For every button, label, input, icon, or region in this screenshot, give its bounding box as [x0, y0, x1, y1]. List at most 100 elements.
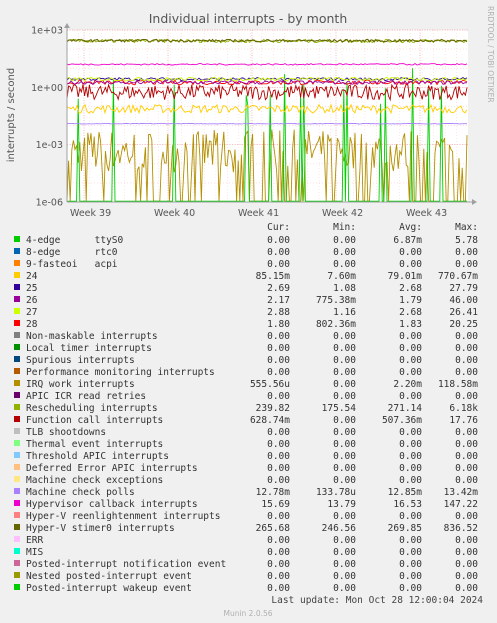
x-tick-label: Week 40	[154, 208, 195, 219]
legend-value: 0.00	[399, 583, 422, 594]
legend-label: Local timer interrupts	[26, 343, 152, 354]
legend-swatch	[14, 380, 20, 386]
legend-value: 0.00	[333, 439, 356, 450]
legend-value: 85.15m	[256, 271, 291, 282]
legend-value: 20.25	[449, 319, 478, 330]
legend-value: 0.00	[333, 535, 356, 546]
interrupts-chart: Individual interrupts - by month RRDTOOL…	[6, 6, 495, 618]
legend-value: 0.00	[399, 511, 422, 522]
chart-title: Individual interrupts - by month	[149, 11, 348, 26]
legend-value: 0.00	[455, 547, 478, 558]
legend-value: 0.00	[333, 247, 356, 258]
legend-value: 0.00	[399, 451, 422, 462]
legend-value: 0.00	[267, 475, 290, 486]
legend-label: ERR	[26, 535, 43, 546]
legend-label: Machine check polls	[26, 487, 135, 498]
legend-value: 265.68	[256, 523, 291, 534]
legend-swatch	[14, 296, 20, 302]
legend-value: 0.00	[333, 583, 356, 594]
legend-label: APIC ICR read retries	[26, 391, 146, 402]
y-axis-label: interrupts / second	[6, 68, 17, 162]
legend-value: 7.60m	[327, 271, 356, 282]
legend-value: 0.00	[333, 571, 356, 582]
legend-value: 0.00	[267, 343, 290, 354]
legend-swatch	[14, 560, 20, 566]
legend-value: 0.00	[267, 391, 290, 402]
legend-value: 0.00	[399, 259, 422, 270]
legend-label: Deferred Error APIC interrupts	[26, 463, 198, 474]
legend-value: 0.00	[455, 571, 478, 582]
legend-value: 0.00	[267, 259, 290, 270]
legend-value: 0.00	[399, 343, 422, 354]
legend-label: Hypervisor callback interrupts	[26, 499, 198, 510]
legend-label: Function call interrupts	[26, 415, 163, 426]
legend-value: 0.00	[333, 235, 356, 246]
legend-value: 2.68	[399, 307, 422, 318]
legend-value: 0.00	[455, 535, 478, 546]
legend-value: 0.00	[333, 355, 356, 366]
legend-value: 13.42m	[444, 487, 479, 498]
legend-value: 17.76	[449, 415, 478, 426]
legend-swatch	[14, 464, 20, 470]
legend-value: 2.88	[267, 307, 290, 318]
legend-value: 1.80	[267, 319, 290, 330]
legend-value: 0.00	[455, 367, 478, 378]
legend-value: 2.17	[267, 295, 290, 306]
legend-label: 9-fasteoi acpi	[26, 259, 118, 270]
x-tick-label: Week 42	[322, 208, 363, 219]
y-tick-label: 1e-06	[36, 198, 63, 209]
legend-value: 0.00	[333, 259, 356, 270]
legend-label: 28	[26, 319, 38, 330]
legend-value: 0.00	[455, 475, 478, 486]
legend-value: 0.00	[267, 571, 290, 582]
legend-value: 0.00	[267, 367, 290, 378]
legend-swatch	[14, 260, 20, 266]
x-tick-label: Week 39	[70, 208, 111, 219]
legend-value: 0.00	[333, 367, 356, 378]
legend-value: 6.87m	[393, 235, 422, 246]
legend-header: Min:	[333, 222, 356, 233]
legend-value: 1.16	[333, 307, 356, 318]
legend-value: 0.00	[455, 247, 478, 258]
legend-value: 13.79	[327, 499, 356, 510]
legend-label: Hyper-V stimer0 interrupts	[26, 523, 175, 534]
legend-value: 0.00	[333, 547, 356, 558]
legend-value: 79.01m	[388, 271, 423, 282]
legend-label: Posted-interrupt wakeup event	[26, 583, 192, 594]
legend-swatch	[14, 536, 20, 542]
legend-value: 0.00	[333, 475, 356, 486]
legend-value: 0.00	[399, 535, 422, 546]
y-tick-label: 1e+03	[31, 26, 63, 37]
x-tick-label: Week 43	[406, 208, 447, 219]
legend-swatch	[14, 500, 20, 506]
legend-swatch	[14, 356, 20, 362]
legend-value: 555.56u	[250, 379, 290, 390]
legend-value: 26.41	[449, 307, 478, 318]
legend-value: 0.00	[399, 439, 422, 450]
legend-value: 0.00	[399, 331, 422, 342]
legend-value: 0.00	[267, 547, 290, 558]
legend-label: 26	[26, 295, 38, 306]
legend-value: 0.00	[455, 343, 478, 354]
legend-value: 628.74m	[250, 415, 290, 426]
legend-value: 0.00	[267, 535, 290, 546]
legend-label: Hyper-V reenlightenment interrupts	[26, 511, 220, 522]
legend-value: 802.36m	[316, 319, 356, 330]
legend-value: 0.00	[399, 247, 422, 258]
legend-value: 0.00	[333, 391, 356, 402]
legend-value: 0.00	[455, 331, 478, 342]
legend-value: 0.00	[267, 439, 290, 450]
legend-value: 0.00	[267, 451, 290, 462]
legend-value: 770.67m	[438, 271, 478, 282]
y-axis-arrow	[64, 23, 70, 28]
legend-label: Thermal event interrupts	[26, 439, 163, 450]
legend-value: 6.18k	[449, 403, 478, 414]
legend-value: 0.00	[399, 559, 422, 570]
legend-value: 2.68	[399, 283, 422, 294]
legend-value: 775.38m	[316, 295, 356, 306]
legend-value: 0.00	[267, 463, 290, 474]
legend-value: 1.83	[399, 319, 422, 330]
legend-label: Performance monitoring interrupts	[26, 367, 215, 378]
legend-value: 0.00	[455, 463, 478, 474]
legend-value: 175.54	[322, 403, 357, 414]
